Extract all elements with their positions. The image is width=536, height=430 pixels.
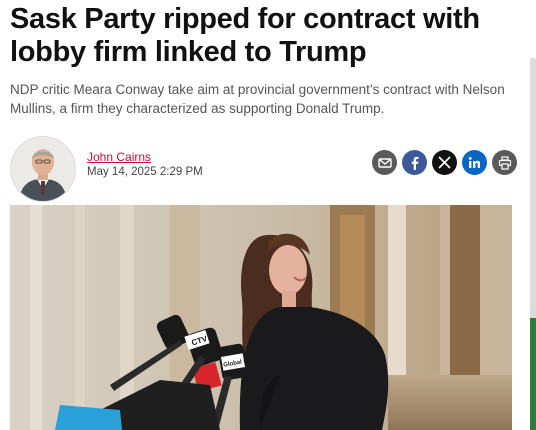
share-bar	[372, 150, 517, 175]
x-icon	[438, 156, 451, 169]
email-share-button[interactable]	[372, 150, 397, 175]
x-share-button[interactable]	[432, 150, 457, 175]
article-headline: Sask Party ripped for contract with lobb…	[10, 3, 480, 68]
author-avatar[interactable]	[10, 136, 76, 202]
print-icon	[498, 155, 511, 170]
author-link[interactable]: John Cairns	[87, 150, 151, 164]
print-share-button[interactable]	[492, 150, 517, 175]
sidebar-ad-edge	[530, 318, 536, 430]
facebook-share-button[interactable]	[402, 150, 427, 175]
linkedin-share-button[interactable]	[462, 150, 487, 175]
facebook-icon	[411, 156, 418, 170]
sidebar-edge	[530, 58, 536, 318]
email-icon	[377, 157, 392, 168]
linkedin-icon	[468, 157, 480, 168]
hero-image[interactable]: CTV Global news	[10, 205, 512, 430]
article-dek: NDP critic Meara Conway take aim at prov…	[10, 82, 505, 116]
publish-date: May 14, 2025 2:29 PM	[87, 166, 203, 178]
